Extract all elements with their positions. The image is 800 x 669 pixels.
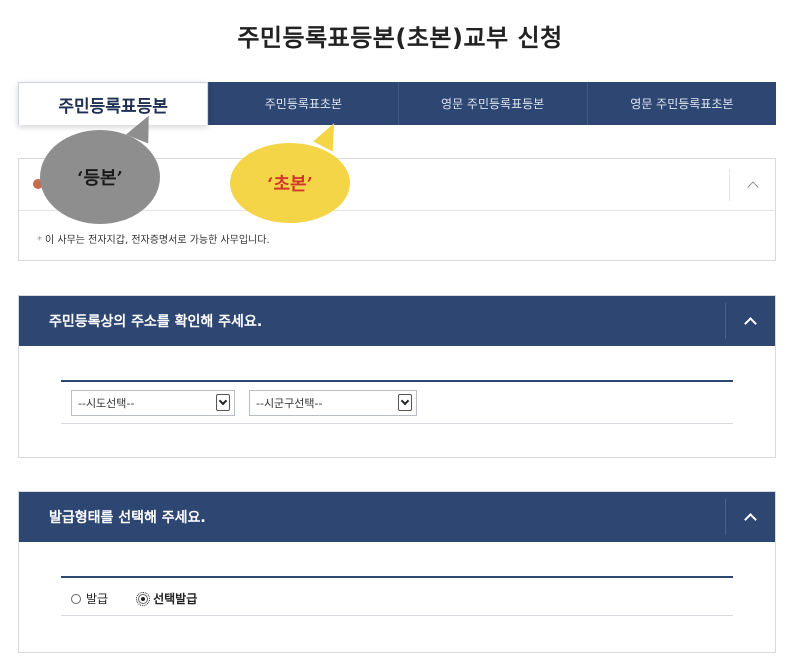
address-collapse-button[interactable] [725,303,775,339]
issue-option-selective-label: 선택발급 [153,592,198,606]
radio-selective-issue[interactable] [136,591,151,606]
province-select[interactable]: --시도선택-- [71,390,235,416]
province-select-value: --시도선택-- [78,397,135,410]
issue-type-section-title: 발급형태를 선택해 주세요. [49,510,206,526]
issue-type-row: 발급 선택발급 [61,576,733,616]
address-section-header: 주민등록상의 주소를 확인해 주세요. [19,296,775,346]
notice-message: 이 사무는 전자지갑, 전자증명서로 가능한 사무입니다. [45,235,270,246]
issue-type-section: 발급형태를 선택해 주세요. 발급 선택발급 [18,491,776,653]
chevron-down-icon [398,394,412,411]
address-form-row: --시도선택-- --시군구선택-- [61,380,733,424]
issue-option-full[interactable]: 발급 [71,590,108,607]
notice-text: * 이 사무는 전자지갑, 전자증명서로 가능한 사무입니다. [37,231,270,246]
chevron-up-icon [744,317,757,330]
notice-bullet: * [37,235,42,246]
radio-full-issue[interactable] [71,593,81,604]
chevron-up-icon [744,513,757,526]
address-section-title: 주민등록상의 주소를 확인해 주세요. [49,314,263,330]
tab-resident-register-abstract[interactable]: 주민등록표초본 [208,82,397,125]
issue-option-full-label: 발급 [86,592,109,606]
district-select-value: --시군구선택-- [256,397,323,410]
page-title: 주민등록표등본(초본)교부 신청 [237,24,563,52]
issue-type-radio-group: 발급 선택발급 [71,590,227,607]
tab-english-register-copy[interactable]: 영문 주민등록표등본 [397,82,587,125]
address-section: 주민등록상의 주소를 확인해 주세요. --시도선택-- --시군구선택-- [18,295,776,458]
annotation-bubble-abstract: ‘초본’ [230,143,350,223]
issue-type-section-header: 발급형태를 선택해 주세요. [19,492,775,542]
tab-resident-register-copy[interactable]: 주민등록표등본 [18,82,209,125]
issue-type-collapse-button[interactable] [725,499,775,535]
chevron-up-icon [746,181,759,193]
tab-english-register-abstract[interactable]: 영문 주민등록표초본 [586,82,776,125]
chevron-down-icon [216,394,230,411]
issue-option-selective[interactable]: 선택발급 [136,590,198,607]
annotation-bubble-copy: ‘등본’ [40,130,160,224]
info-collapse-button[interactable] [729,169,775,201]
district-select[interactable]: --시군구선택-- [249,390,417,416]
